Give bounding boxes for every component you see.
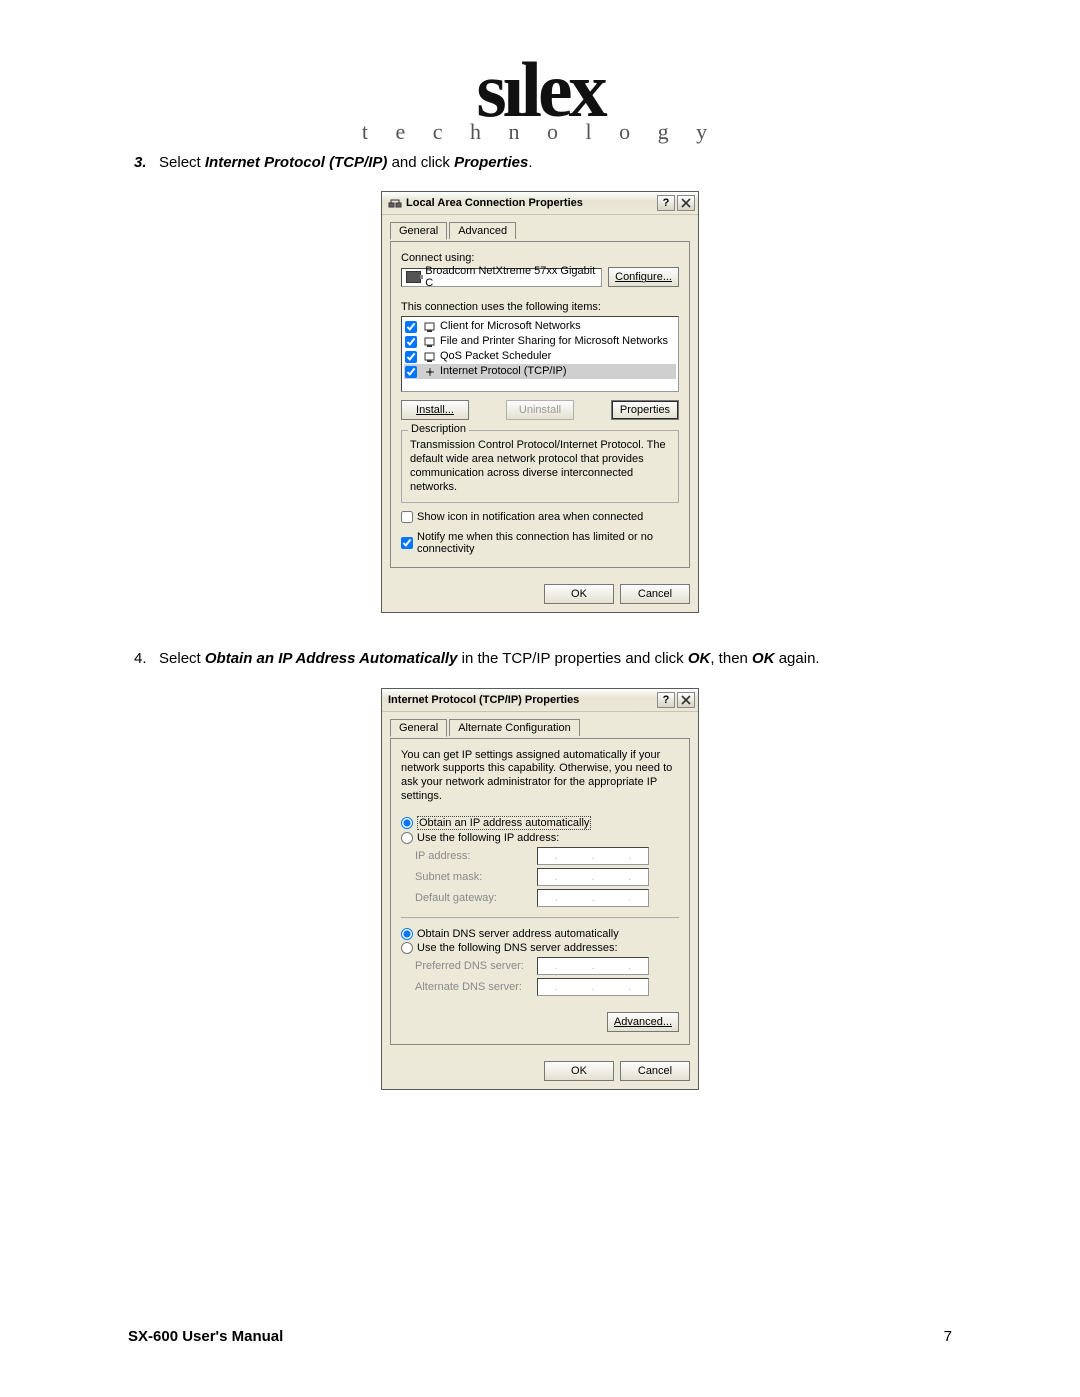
- alt-dns-label: Alternate DNS server:: [415, 981, 537, 993]
- description-text: Transmission Control Protocol/Internet P…: [410, 439, 670, 494]
- adapter-name: Broadcom NetXtreme 57xx Gigabit C: [425, 265, 597, 289]
- step-3-num: 3.: [134, 154, 147, 171]
- adapter-field: Broadcom NetXtreme 57xx Gigabit C: [401, 268, 602, 287]
- page-footer: SX-600 User's Manual 7: [128, 1328, 952, 1345]
- lan-properties-dialog: Local Area Connection Properties ? Gener…: [381, 191, 699, 613]
- show-icon-checkbox[interactable]: [401, 511, 413, 523]
- titlebar: Local Area Connection Properties ?: [382, 192, 698, 215]
- notify-checkbox[interactable]: [401, 537, 413, 549]
- gateway-row: Default gateway: ...: [415, 889, 679, 907]
- configure-button[interactable]: Configure...: [608, 267, 679, 287]
- obtain-dns-radio[interactable]: [401, 928, 413, 940]
- step-3: 3. Select Internet Protocol (TCP/IP) and…: [164, 153, 952, 173]
- use-dns-radio[interactable]: [401, 942, 413, 954]
- ip-address-label: IP address:: [415, 850, 537, 862]
- obtain-dns-radio-row[interactable]: Obtain DNS server address automatically: [401, 928, 679, 940]
- ip-address-row: IP address: ...: [415, 847, 679, 865]
- protocol-icon: [423, 366, 436, 378]
- tab-panel-general: You can get IP settings assigned automat…: [390, 738, 690, 1045]
- close-button[interactable]: [677, 692, 695, 708]
- logo-main: sılex: [128, 55, 952, 125]
- tab-general[interactable]: General: [390, 719, 447, 737]
- intro-text: You can get IP settings assigned automat…: [401, 749, 679, 804]
- manual-title: SX-600 User's Manual: [128, 1328, 283, 1345]
- item-checkbox[interactable]: [405, 321, 417, 333]
- use-dns-radio-row[interactable]: Use the following DNS server addresses:: [401, 942, 679, 954]
- items-label: This connection uses the following items…: [401, 301, 679, 313]
- item-checkbox[interactable]: [405, 336, 417, 348]
- page-number: 7: [944, 1328, 952, 1345]
- list-item[interactable]: QoS Packet Scheduler: [404, 349, 676, 364]
- network-icon: [388, 196, 402, 210]
- step-4-num: 4.: [134, 650, 147, 667]
- list-item[interactable]: File and Printer Sharing for Microsoft N…: [404, 334, 676, 349]
- cancel-button[interactable]: Cancel: [620, 584, 690, 604]
- tabs: General Advanced: [390, 221, 690, 241]
- description-group: Description Transmission Control Protoco…: [401, 430, 679, 503]
- help-button[interactable]: ?: [657, 195, 675, 211]
- cancel-button[interactable]: Cancel: [620, 1061, 690, 1081]
- gateway-input: ...: [537, 889, 649, 907]
- tab-general[interactable]: General: [390, 222, 447, 240]
- connect-using-label: Connect using:: [401, 252, 679, 264]
- tab-alt-config[interactable]: Alternate Configuration: [449, 719, 580, 736]
- ip-radio-group: Obtain an IP address automatically Use t…: [401, 816, 679, 907]
- logo-sub: t e c h n o l o g y: [128, 119, 952, 145]
- tab-panel-general: Connect using: Broadcom NetXtreme 57xx G…: [390, 241, 690, 568]
- use-ip-radio[interactable]: [401, 832, 413, 844]
- dialog-title: Local Area Connection Properties: [406, 197, 655, 209]
- uninstall-button: Uninstall: [506, 400, 574, 420]
- share-icon: [423, 336, 436, 348]
- subnet-input: ...: [537, 868, 649, 886]
- item-checkbox[interactable]: [405, 351, 417, 363]
- ok-button[interactable]: OK: [544, 1061, 614, 1081]
- ip-address-input: ...: [537, 847, 649, 865]
- alt-dns-input: ...: [537, 978, 649, 996]
- obtain-ip-radio[interactable]: [401, 817, 413, 829]
- list-item-selected[interactable]: Internet Protocol (TCP/IP): [404, 364, 676, 379]
- use-ip-radio-row[interactable]: Use the following IP address:: [401, 832, 679, 844]
- subnet-row: Subnet mask: ...: [415, 868, 679, 886]
- logo: sılex t e c h n o l o g y: [128, 55, 952, 145]
- step-4: 4. Select Obtain an IP Address Automatic…: [164, 649, 952, 669]
- pref-dns-row: Preferred DNS server: ...: [415, 957, 679, 975]
- pref-dns-input: ...: [537, 957, 649, 975]
- tab-advanced[interactable]: Advanced: [449, 222, 516, 239]
- client-icon: [423, 321, 436, 333]
- properties-button[interactable]: Properties: [611, 400, 679, 420]
- titlebar: Internet Protocol (TCP/IP) Properties ?: [382, 689, 698, 712]
- advanced-button[interactable]: Advanced...: [607, 1012, 679, 1032]
- description-label: Description: [408, 423, 469, 435]
- qos-icon: [423, 351, 436, 363]
- dns-radio-group: Obtain DNS server address automatically …: [401, 917, 679, 996]
- help-button[interactable]: ?: [657, 692, 675, 708]
- pref-dns-label: Preferred DNS server:: [415, 960, 537, 972]
- alt-dns-row: Alternate DNS server: ...: [415, 978, 679, 996]
- subnet-label: Subnet mask:: [415, 871, 537, 883]
- show-icon-row[interactable]: Show icon in notification area when conn…: [401, 511, 679, 523]
- close-button[interactable]: [677, 195, 695, 211]
- item-checkbox[interactable]: [405, 366, 417, 378]
- install-button[interactable]: Install...: [401, 400, 469, 420]
- tabs: General Alternate Configuration: [390, 718, 690, 738]
- notify-row[interactable]: Notify me when this connection has limit…: [401, 531, 679, 555]
- dialog-title: Internet Protocol (TCP/IP) Properties: [388, 694, 655, 706]
- nic-icon: [406, 271, 421, 283]
- items-listbox[interactable]: Client for Microsoft Networks File and P…: [401, 316, 679, 392]
- ok-button[interactable]: OK: [544, 584, 614, 604]
- tcpip-properties-dialog: Internet Protocol (TCP/IP) Properties ? …: [381, 688, 699, 1090]
- list-item[interactable]: Client for Microsoft Networks: [404, 319, 676, 334]
- obtain-ip-radio-row[interactable]: Obtain an IP address automatically: [401, 816, 679, 830]
- gateway-label: Default gateway:: [415, 892, 537, 904]
